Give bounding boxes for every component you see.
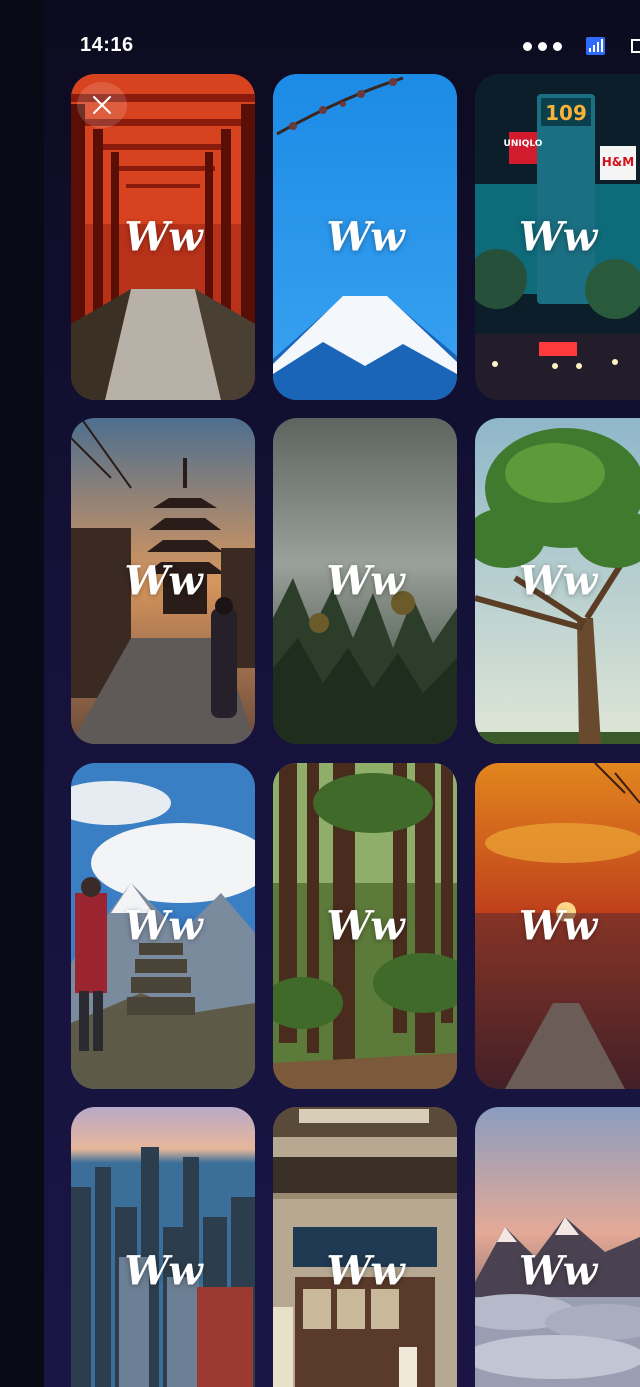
wallpaper-card-redwoods[interactable]: Ww — [273, 763, 457, 1089]
wallpaper-card-chicago[interactable]: Ww — [71, 1107, 255, 1387]
watermark-text: Ww — [124, 1247, 202, 1295]
screen-edge-icon — [631, 39, 640, 53]
status-time: 14:16 — [80, 34, 134, 56]
wallpaper-card-lone-tree[interactable]: Ww — [475, 418, 640, 744]
more-dots-icon — [523, 42, 562, 51]
wallpaper-card-shibuya[interactable]: 109 UNIQLO H&M Ww — [475, 74, 640, 400]
wallpaper-card-storefront[interactable]: Ww — [273, 1107, 457, 1387]
watermark-text: Ww — [326, 1247, 404, 1295]
close-button[interactable] — [77, 82, 127, 128]
wallpaper-card-hiker[interactable]: Ww — [71, 763, 255, 1089]
watermark-text: Ww — [124, 557, 202, 605]
watermark-text: Ww — [518, 557, 597, 605]
sign-uniqlo: UNIQLO — [504, 139, 543, 149]
sign-hm: H&M — [602, 155, 634, 169]
watermark-text: Ww — [326, 902, 404, 950]
wallpaper-card-fuji[interactable]: Ww — [273, 74, 457, 400]
watermark-text: Ww — [124, 213, 202, 261]
wallpaper-card-misty-forest[interactable]: Ww — [273, 418, 457, 744]
wallpaper-card-cloud-mountain[interactable]: Ww — [475, 1107, 640, 1387]
watermark-text: Ww — [326, 213, 404, 261]
watermark-text: Ww — [518, 213, 597, 261]
close-icon — [93, 96, 111, 114]
watermark-text: Ww — [518, 902, 597, 950]
signal-icon — [586, 37, 605, 55]
watermark-text: Ww — [326, 557, 404, 605]
watermark-text: Ww — [124, 902, 202, 950]
sign-109: 109 — [545, 101, 587, 125]
wallpaper-card-pagoda[interactable]: Ww — [71, 418, 255, 744]
watermark-text: Ww — [518, 1247, 597, 1295]
wallpaper-card-sunset-pier[interactable]: Ww — [475, 763, 640, 1089]
